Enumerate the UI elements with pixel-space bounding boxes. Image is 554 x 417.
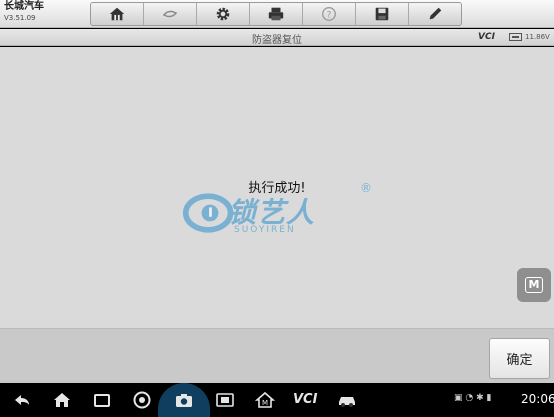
result-message: 执行成功! xyxy=(248,181,306,196)
edit-button[interactable] xyxy=(409,3,461,25)
svg-text:?: ? xyxy=(327,11,332,21)
battery-voltage: 11.86V xyxy=(525,33,550,41)
vehicle-button[interactable] xyxy=(336,389,358,411)
system-clock: 20:06 xyxy=(521,392,554,406)
car-icon xyxy=(339,397,355,407)
browser-icon xyxy=(133,391,151,409)
system-nav-bar: M VCI ▣ ◔ ✱ ▮ 20:06 xyxy=(0,383,554,417)
gear-icon xyxy=(216,7,230,21)
main-content: 锁艺人 SUOYIREN ® 执行成功! M xyxy=(0,47,554,328)
camera-icon xyxy=(176,394,192,407)
vehicle-swap-button[interactable] xyxy=(144,3,197,25)
action-bar: 确定 xyxy=(0,328,554,383)
car-swap-icon xyxy=(163,10,177,18)
battery-icon xyxy=(509,33,522,41)
app-version: V3.51.09 xyxy=(4,14,36,22)
page-title: 防盗器复位 xyxy=(252,35,302,46)
camera-button[interactable] xyxy=(173,389,195,411)
recent-apps-icon xyxy=(94,394,110,407)
pen-icon xyxy=(429,7,442,20)
screen-capture-icon xyxy=(216,393,234,407)
back-button[interactable] xyxy=(11,389,33,411)
screen-capture-button[interactable] xyxy=(214,389,236,411)
vci-status: VCI xyxy=(478,32,495,42)
tool-strip: ? xyxy=(90,2,462,26)
floating-m-button[interactable]: M xyxy=(517,268,551,302)
vci-nav-button[interactable]: VCI xyxy=(293,392,317,407)
save-icon xyxy=(375,7,389,21)
settings-button[interactable] xyxy=(197,3,250,25)
printer-icon xyxy=(268,7,284,21)
app-name: 长城汽车 xyxy=(4,1,44,12)
browser-button[interactable] xyxy=(131,389,153,411)
status-icons: ▣ ◔ ✱ ▮ xyxy=(454,393,492,403)
home-nav-icon xyxy=(54,393,70,407)
confirm-button[interactable]: 确定 xyxy=(489,338,550,379)
watermark-sub: SUOYIREN xyxy=(234,225,296,235)
side-button-label: M xyxy=(525,277,543,293)
recent-apps-button[interactable] xyxy=(91,389,113,411)
home-icon xyxy=(109,7,125,21)
autel-home-button[interactable]: M xyxy=(254,389,276,411)
svg-text:M: M xyxy=(262,399,268,407)
home-button[interactable] xyxy=(91,3,144,25)
home-nav-button[interactable] xyxy=(51,389,73,411)
back-icon xyxy=(15,395,29,405)
save-button[interactable] xyxy=(356,3,409,25)
top-toolbar: 长城汽车 V3.51.09 ? xyxy=(0,0,554,28)
app-brand: 长城汽车 V3.51.09 xyxy=(4,2,44,22)
help-icon: ? xyxy=(322,7,336,21)
print-button[interactable] xyxy=(250,3,303,25)
help-button[interactable]: ? xyxy=(303,3,356,25)
page-header: 防盗器复位 VCI 11.86V xyxy=(0,29,554,46)
autel-home-icon: M xyxy=(255,391,275,408)
